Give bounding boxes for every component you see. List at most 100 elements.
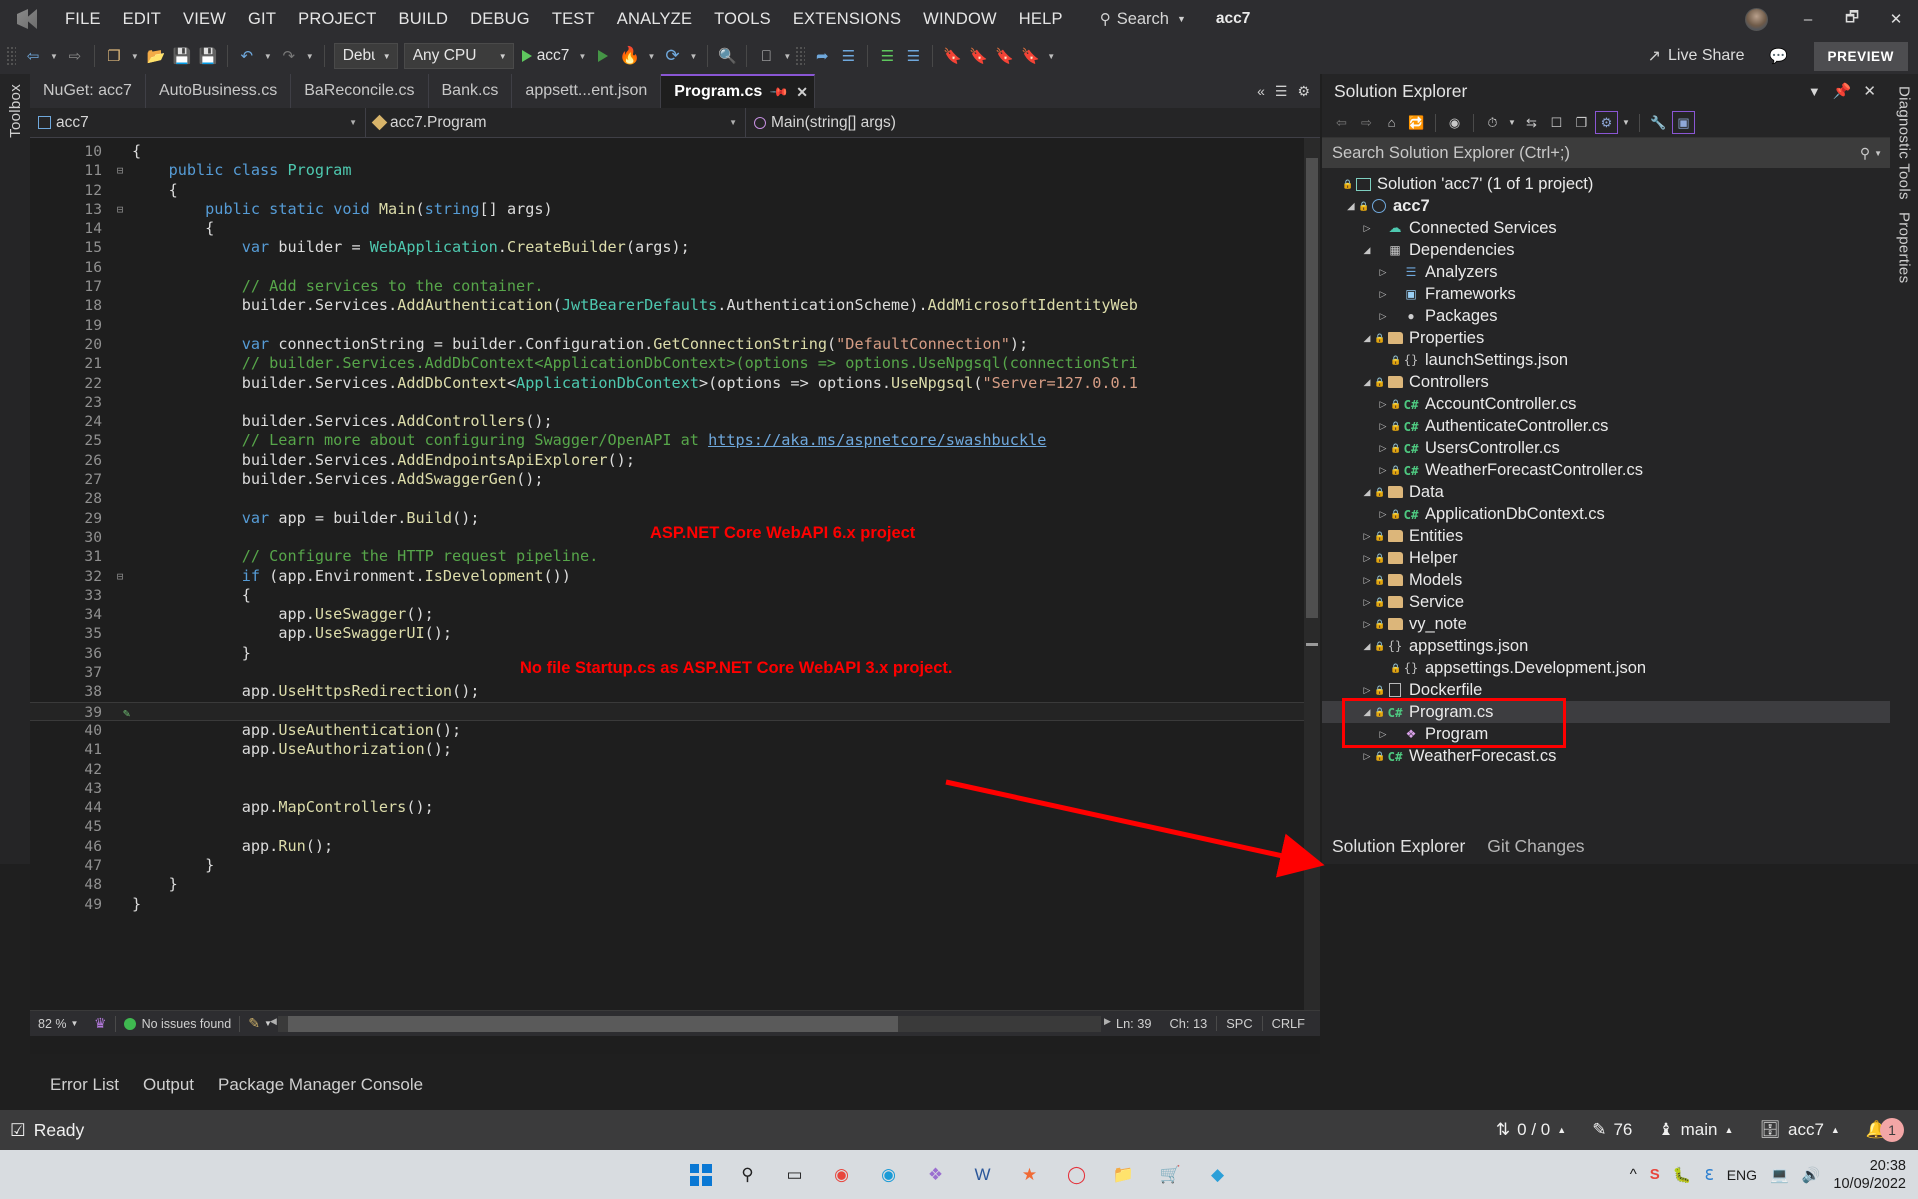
- menu-test[interactable]: TEST: [541, 6, 606, 33]
- code-line[interactable]: 14 {: [30, 219, 1320, 238]
- code-line[interactable]: 25 // Learn more about configuring Swagg…: [30, 431, 1320, 450]
- sync-with-active-document-icon[interactable]: 🔁: [1405, 111, 1428, 134]
- restart-icon[interactable]: ⟳: [659, 42, 685, 70]
- tree-node[interactable]: ▷ ▣ Frameworks: [1322, 283, 1890, 305]
- hscroll-thumb[interactable]: [287, 1015, 898, 1032]
- tree-node[interactable]: ▷ 🔒 C# AccountController.cs: [1322, 393, 1890, 415]
- save-all-icon[interactable]: 💾: [195, 42, 221, 70]
- hot-reload-dropdown[interactable]: ▼: [644, 52, 660, 61]
- chevron-collapsed-icon[interactable]: ▷: [1376, 289, 1390, 300]
- tree-node[interactable]: ▷ ☰ Analyzers: [1322, 261, 1890, 283]
- tree-node[interactable]: ▷ 🔒 C# ApplicationDbContext.cs: [1322, 503, 1890, 525]
- editor-tab[interactable]: Bank.cs: [428, 74, 513, 108]
- code-line[interactable]: 44 app.MapControllers();: [30, 798, 1320, 817]
- chevron-expanded-icon[interactable]: ◢: [1360, 707, 1374, 718]
- issues-indicator[interactable]: No issues found: [123, 1017, 231, 1031]
- undo-icon[interactable]: ↶: [234, 42, 260, 70]
- chevron-up-icon[interactable]: ^: [1630, 1166, 1637, 1183]
- file-explorer-icon[interactable]: 📁: [1109, 1160, 1139, 1190]
- windows-start-icon[interactable]: [686, 1160, 716, 1190]
- open-file-icon[interactable]: 📂: [143, 42, 169, 70]
- pen-icon[interactable]: ✎: [248, 1015, 260, 1032]
- code-line[interactable]: 28: [30, 489, 1320, 508]
- collapse-all-icon[interactable]: ☐: [1545, 111, 1568, 134]
- code-line[interactable]: 43: [30, 779, 1320, 798]
- code-line[interactable]: 13 ⊟ public static void Main(string[] arg…: [30, 200, 1320, 219]
- clock[interactable]: 20:38 10/09/2022: [1833, 1157, 1906, 1193]
- chevron-expanded-icon[interactable]: ◢: [1360, 641, 1374, 652]
- undo-dropdown[interactable]: ▼: [260, 52, 276, 61]
- tree-node[interactable]: ▷ 🔒 Models: [1322, 569, 1890, 591]
- code-line[interactable]: 24 builder.Services.AddControllers();: [30, 412, 1320, 431]
- postman-icon[interactable]: ★: [1015, 1160, 1045, 1190]
- tree-node[interactable]: ▷ 🔒 C# UsersController.cs: [1322, 437, 1890, 459]
- code-line[interactable]: 16: [30, 258, 1320, 277]
- code-line[interactable]: 33 {: [30, 586, 1320, 605]
- toolbar-grip[interactable]: [6, 46, 16, 66]
- code-line[interactable]: 22 builder.Services.AddDbContext<Applica…: [30, 374, 1320, 393]
- code-line[interactable]: 40 app.UseAuthentication();: [30, 721, 1320, 740]
- search-input[interactable]: Search Solution Explorer (Ctrl+;): [1332, 144, 1570, 163]
- save-icon[interactable]: 💾: [169, 42, 195, 70]
- code-line[interactable]: 39: [30, 701, 1320, 721]
- editor-vertical-scrollbar[interactable]: [1304, 138, 1320, 1010]
- window-layout-icon[interactable]: ⎕: [753, 42, 779, 70]
- code-line[interactable]: 46 app.Run();: [30, 837, 1320, 856]
- code-line[interactable]: 27 builder.Services.AddSwaggerGen();: [30, 470, 1320, 489]
- code-line[interactable]: 38 app.UseHttpsRedirection();: [30, 682, 1320, 701]
- start-debug-button[interactable]: acc7: [517, 42, 575, 70]
- forward-icon[interactable]: ⇨: [1355, 111, 1378, 134]
- code-line[interactable]: 21 // builder.Services.AddDbContext<Appl…: [30, 354, 1320, 373]
- menu-build[interactable]: BUILD: [388, 6, 460, 33]
- select-element-icon[interactable]: ➦: [809, 42, 835, 70]
- tree-node[interactable]: ▷ 🔒 Entities: [1322, 525, 1890, 547]
- navigate-back-icon[interactable]: ⇦: [20, 42, 46, 70]
- indent-icon[interactable]: ☰: [874, 42, 900, 70]
- solution-explorer-search[interactable]: Search Solution Explorer (Ctrl+;) ⚲ ▼: [1322, 138, 1890, 168]
- solution-explorer-tree[interactable]: 🔒 Solution 'acc7' (1 of 1 project) ◢ 🔒 acc7 ▷…: [1322, 168, 1890, 828]
- chevron-collapsed-icon[interactable]: ▷: [1376, 443, 1390, 454]
- navbar-member-dropdown[interactable]: Main(string[] args): [746, 108, 1320, 137]
- close-icon[interactable]: ✕: [1863, 82, 1876, 100]
- tab-overflow-icon[interactable]: «: [1257, 83, 1265, 99]
- chevron-collapsed-icon[interactable]: ▷: [1376, 267, 1390, 278]
- bottom-tab[interactable]: Output: [131, 1071, 206, 1099]
- properties-tab[interactable]: Properties: [1896, 212, 1913, 283]
- chevron-collapsed-icon[interactable]: ▷: [1360, 619, 1374, 630]
- tree-node[interactable]: ▷ ❖ Program: [1322, 723, 1890, 745]
- diagnostic-tools-tab[interactable]: Diagnostic Tools: [1896, 86, 1913, 200]
- previous-bookmark-icon[interactable]: 🔖: [965, 42, 991, 70]
- editor-tab[interactable]: Program.cs 📌 ✕: [661, 74, 816, 108]
- home-icon[interactable]: ⌂: [1380, 111, 1403, 134]
- bookmark-icon[interactable]: 🔖: [939, 42, 965, 70]
- code-line[interactable]: 31 // Configure the HTTP request pipelin…: [30, 547, 1320, 566]
- editor-tab[interactable]: appsett...ent.json: [512, 74, 662, 108]
- toolbox-dock-tab[interactable]: Toolbox: [0, 74, 30, 864]
- editor-tab[interactable]: NuGet: acc7: [30, 74, 146, 108]
- fold-marker[interactable]: ⊟: [112, 567, 128, 586]
- run-without-debug-icon[interactable]: [590, 42, 616, 70]
- refresh-icon[interactable]: ⇆: [1520, 111, 1543, 134]
- next-bookmark-icon[interactable]: 🔖: [991, 42, 1017, 70]
- volume-icon[interactable]: 🔊: [1802, 1166, 1821, 1184]
- chevron-expanded-icon[interactable]: ◢: [1360, 245, 1374, 256]
- navbar-project-dropdown[interactable]: acc7 ▼: [30, 108, 366, 137]
- code-line[interactable]: 34 app.UseSwagger();: [30, 605, 1320, 624]
- scrollbar-thumb[interactable]: [1306, 158, 1318, 618]
- language-indicator[interactable]: ENG: [1727, 1167, 1757, 1183]
- folder-search-icon[interactable]: 🔍: [714, 42, 740, 70]
- code-line[interactable]: 41 app.UseAuthorization();: [30, 740, 1320, 759]
- line-ending-indicator[interactable]: CRLF: [1261, 1016, 1314, 1031]
- navigate-forward-icon[interactable]: ⇨: [62, 42, 88, 70]
- code-line[interactable]: 20 var connectionString = builder.Config…: [30, 335, 1320, 354]
- clear-bookmarks-icon[interactable]: 🔖: [1017, 42, 1043, 70]
- view-designer-icon[interactable]: ▣: [1672, 111, 1695, 134]
- chevron-collapsed-icon[interactable]: ▷: [1360, 553, 1374, 564]
- chevron-collapsed-icon[interactable]: ▷: [1376, 421, 1390, 432]
- tree-node[interactable]: ◢ ▦ Dependencies: [1322, 239, 1890, 261]
- toolbar-grip-2[interactable]: [795, 46, 806, 66]
- scroll-right-arrow[interactable]: ▶: [1104, 1016, 1111, 1027]
- code-line[interactable]: 45: [30, 817, 1320, 836]
- chrome-icon[interactable]: ◉: [827, 1160, 857, 1190]
- code-line[interactable]: 23: [30, 393, 1320, 412]
